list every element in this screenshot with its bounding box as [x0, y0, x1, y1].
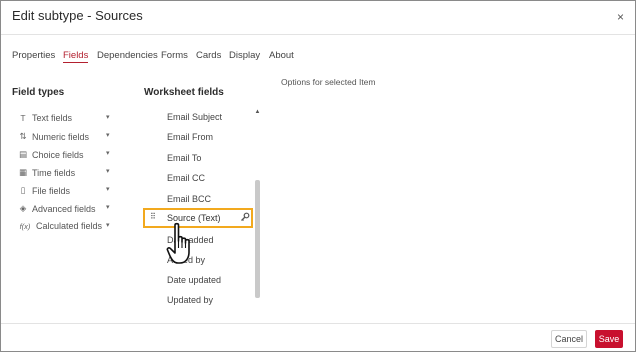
scroll-thumb[interactable] [255, 180, 260, 298]
list-item[interactable]: Date updated [167, 275, 221, 285]
file-icon: ▯ [20, 185, 26, 195]
chevron-down-icon: ▾ [106, 222, 110, 229]
field-type-file[interactable]: ▯ File fields ▾ [18, 185, 114, 196]
chevron-down-icon: ▾ [106, 150, 110, 157]
field-type-choice[interactable]: ▤ Choice fields ▾ [18, 149, 114, 160]
text-type-icon: T [20, 113, 26, 123]
cancel-button[interactable]: Cancel [551, 330, 587, 348]
field-type-advanced[interactable]: ◈ Advanced fields ▾ [18, 203, 114, 214]
worksheet-fields-heading: Worksheet fields [144, 87, 224, 98]
field-types-heading: Field types [12, 87, 65, 98]
close-icon[interactable]: × [617, 10, 624, 24]
field-type-label: Numeric fields [32, 131, 90, 142]
tab-about[interactable]: About [269, 50, 294, 61]
tab-fields[interactable]: Fields [63, 50, 89, 63]
list-item[interactable]: Email To [167, 153, 201, 163]
tab-cards[interactable]: Cards [196, 50, 221, 61]
tab-dependencies[interactable]: Dependencies [97, 50, 158, 61]
tab-display[interactable]: Display [229, 50, 260, 61]
field-type-label: Choice fields [32, 149, 84, 160]
field-type-numeric[interactable]: ⇅ Numeric fields ▾ [18, 131, 114, 142]
list-item[interactable]: Updated by [167, 295, 213, 305]
chevron-down-icon: ▾ [106, 114, 110, 121]
field-type-text[interactable]: T Text fields ▾ [18, 113, 114, 123]
calendar-icon: ▦ [18, 167, 28, 177]
chevron-down-icon: ▾ [106, 186, 110, 193]
field-type-calculated[interactable]: f(x) Calculated fields ▾ [18, 221, 114, 231]
save-button[interactable]: Save [595, 330, 623, 348]
scroll-up-icon[interactable]: ▲ [254, 108, 261, 116]
field-type-time[interactable]: ▦ Time fields ▾ [18, 167, 114, 178]
choice-type-icon: ▤ [18, 149, 28, 159]
chevron-down-icon: ▾ [106, 204, 110, 211]
field-type-label: Time fields [32, 167, 76, 178]
chevron-down-icon: ▾ [106, 132, 110, 139]
list-item[interactable]: Email CC [167, 173, 205, 183]
list-item[interactable]: Email Subject [167, 112, 222, 122]
cube-icon: ◈ [19, 203, 27, 213]
field-type-label: Text fields [32, 113, 73, 123]
key-icon [240, 212, 250, 224]
options-panel-label: Options for selected Item [281, 77, 376, 87]
numeric-type-icon: ⇅ [19, 131, 27, 141]
hand-cursor-icon [166, 222, 190, 264]
function-icon: f(x) [19, 221, 31, 231]
dialog-title: Edit subtype - Sources [12, 8, 143, 23]
selected-field-item[interactable]: ⠿ Source (Text) [143, 208, 253, 228]
field-type-label: Advanced fields [32, 203, 96, 214]
footer-divider [1, 323, 635, 324]
drag-handle-icon[interactable]: ⠿ [150, 212, 156, 221]
worksheet-scrollbar[interactable]: ▲ [254, 108, 261, 302]
field-type-label: File fields [32, 185, 71, 196]
tab-forms[interactable]: Forms [161, 50, 188, 61]
chevron-down-icon: ▾ [106, 168, 110, 175]
list-item[interactable]: Email From [167, 132, 213, 142]
field-type-label: Calculated fields [36, 221, 103, 231]
header-divider [1, 34, 635, 35]
list-item[interactable]: Email BCC [167, 194, 211, 204]
tab-properties[interactable]: Properties [12, 50, 55, 61]
